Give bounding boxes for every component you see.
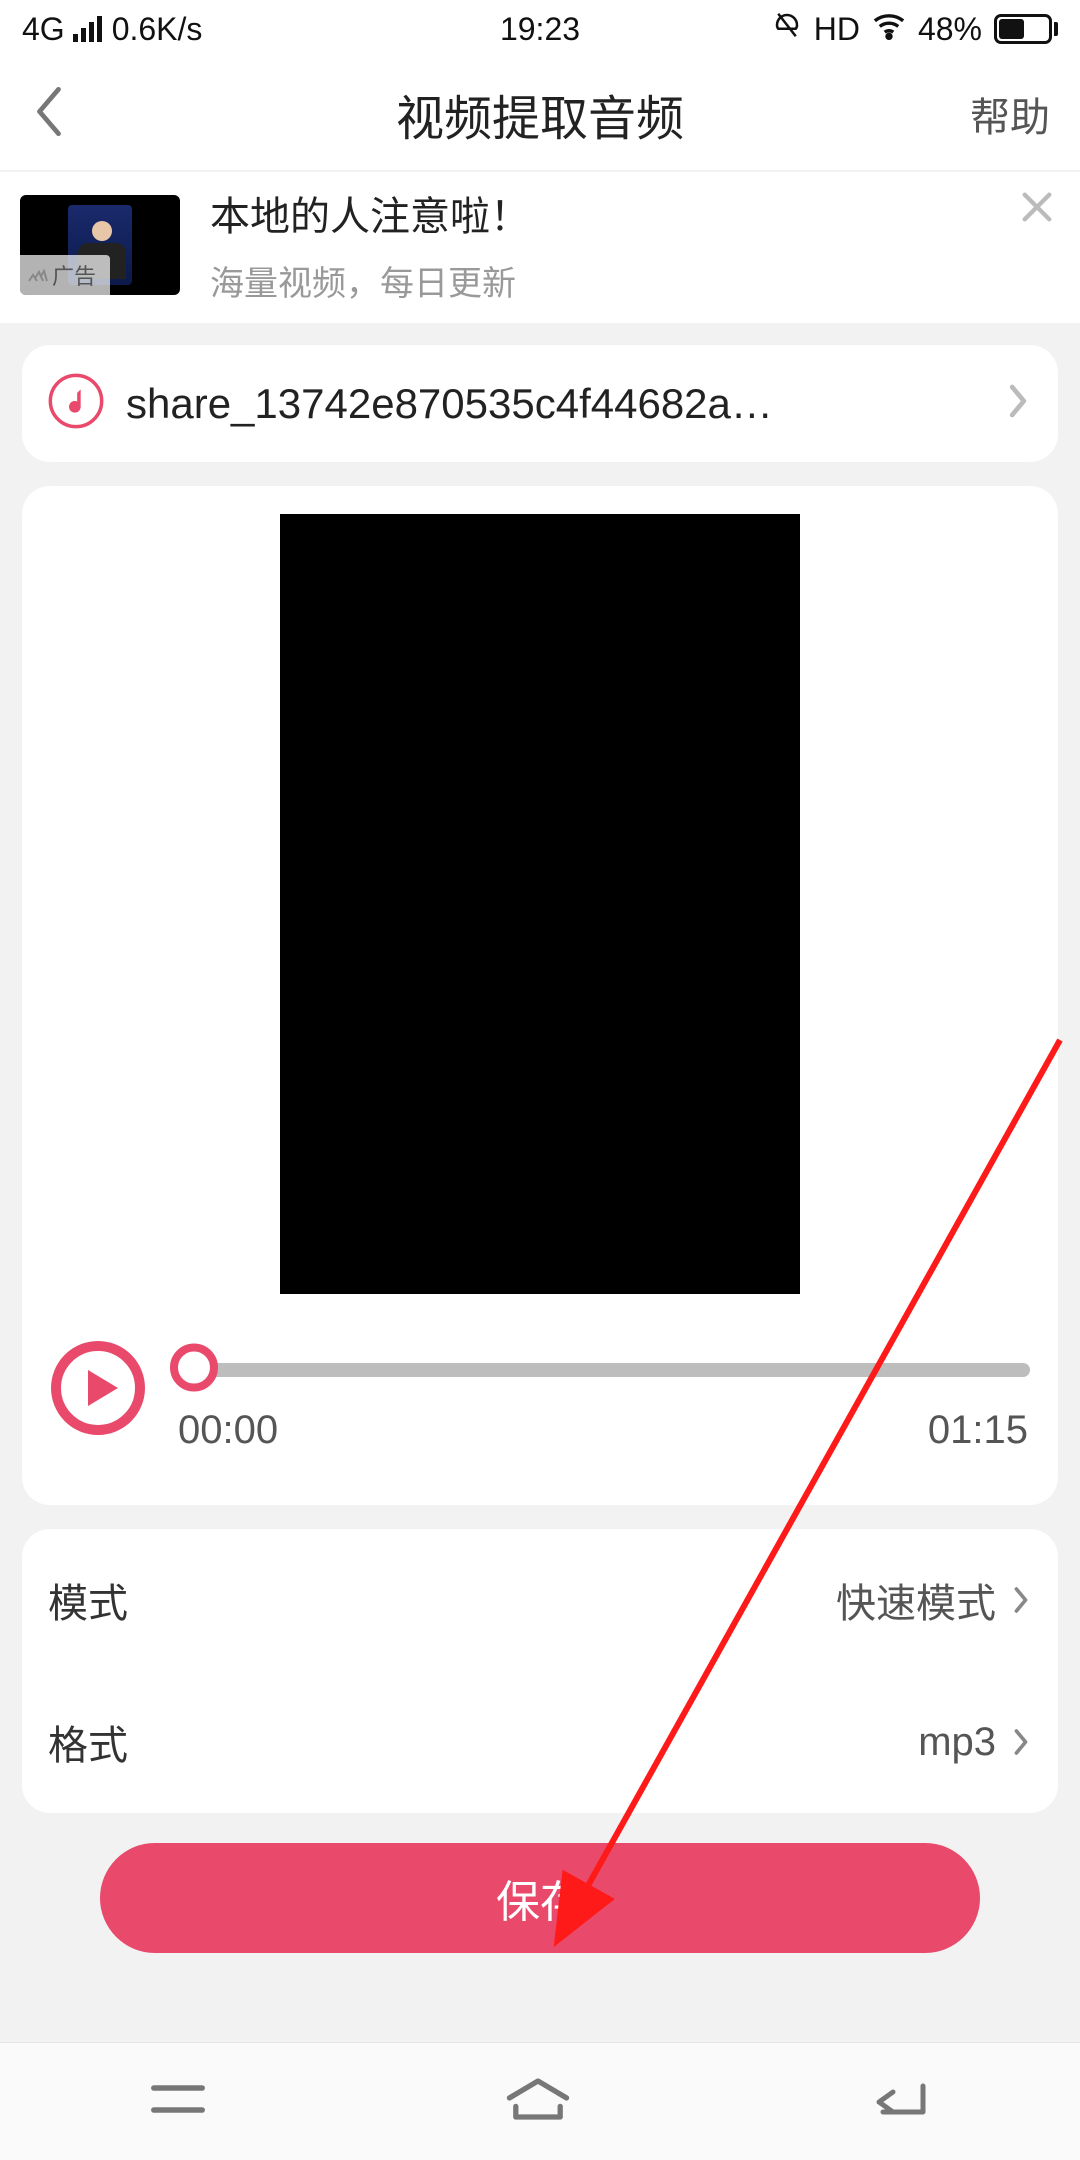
seek-slider[interactable] xyxy=(176,1362,1030,1378)
help-button[interactable]: 帮助 xyxy=(970,85,1050,143)
video-preview[interactable] xyxy=(280,514,800,1294)
signal-icon xyxy=(73,16,102,42)
seek-thumb[interactable] xyxy=(170,1344,218,1397)
ad-subtitle: 海量视频，每日更新 xyxy=(210,256,530,305)
ad-badge: 广告 xyxy=(20,255,110,295)
setting-mode[interactable]: 模式 快速模式 xyxy=(22,1529,1058,1671)
hd-label: HD xyxy=(814,11,860,48)
status-bar: 4G 0.6K/s 19:23 HD 48% xyxy=(0,0,1080,58)
file-row[interactable]: share_13742e870535c4f44682a… xyxy=(22,345,1058,462)
android-navbar xyxy=(0,2042,1080,2160)
status-time: 19:23 xyxy=(500,11,580,48)
ad-title: 本地的人注意啦！ xyxy=(210,184,530,242)
battery-icon xyxy=(994,14,1058,44)
play-button[interactable] xyxy=(50,1340,146,1441)
chevron-right-icon xyxy=(1004,379,1032,428)
home-button[interactable] xyxy=(501,2074,575,2129)
chevron-right-icon xyxy=(1010,1724,1032,1760)
network-speed: 0.6K/s xyxy=(112,11,203,48)
app-header: 视频提取音频 帮助 xyxy=(0,58,1080,170)
time-duration: 01:15 xyxy=(928,1408,1028,1453)
setting-mode-value: 快速模式 xyxy=(836,1571,996,1629)
setting-format-value: mp3 xyxy=(918,1720,996,1765)
music-note-icon xyxy=(48,373,104,434)
back-button[interactable] xyxy=(30,83,68,146)
status-right: HD 48% xyxy=(772,10,1058,48)
save-button-label: 保存 xyxy=(496,1866,584,1930)
settings-card: 模式 快速模式 格式 mp3 xyxy=(22,1529,1058,1813)
recent-apps-button[interactable] xyxy=(145,2076,211,2127)
mute-icon xyxy=(772,10,802,48)
ad-text: 本地的人注意啦！ 海量视频，每日更新 xyxy=(210,184,530,305)
setting-mode-label: 模式 xyxy=(48,1571,128,1629)
ad-close-button[interactable] xyxy=(1016,186,1058,233)
ad-thumbnail: 广告 xyxy=(20,195,180,295)
ad-banner[interactable]: 广告 本地的人注意啦！ 海量视频，每日更新 xyxy=(0,172,1080,323)
status-left: 4G 0.6K/s xyxy=(22,11,202,48)
network-type: 4G xyxy=(22,11,65,48)
time-current: 00:00 xyxy=(178,1408,278,1453)
setting-format-label: 格式 xyxy=(48,1713,128,1771)
file-name: share_13742e870535c4f44682a… xyxy=(126,380,982,428)
page-title: 视频提取音频 xyxy=(396,79,684,149)
battery-pct: 48% xyxy=(918,11,982,48)
wifi-icon xyxy=(872,10,906,48)
back-nav-button[interactable] xyxy=(865,2074,935,2129)
save-button[interactable]: 保存 xyxy=(100,1843,980,1953)
chevron-right-icon xyxy=(1010,1582,1032,1618)
player-card: 00:00 01:15 xyxy=(22,486,1058,1505)
setting-format[interactable]: 格式 mp3 xyxy=(22,1671,1058,1813)
